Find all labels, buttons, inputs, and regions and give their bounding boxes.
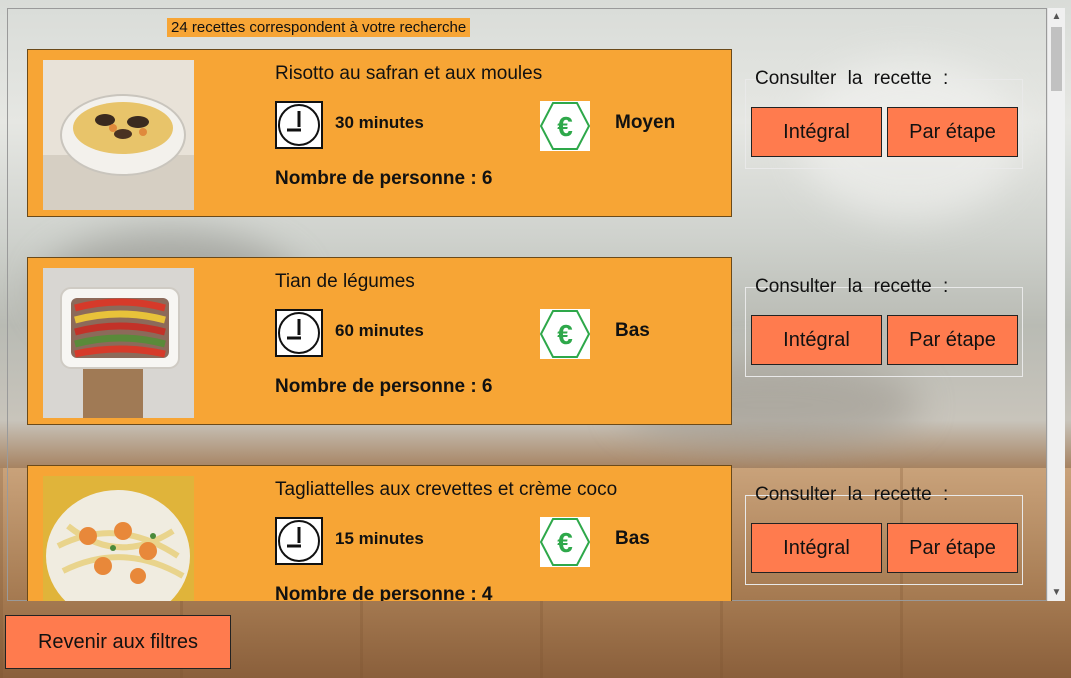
chevron-up-icon[interactable]: ▲ <box>1048 8 1065 25</box>
recipe-cost: Bas <box>615 528 650 549</box>
vertical-scrollbar[interactable]: ▲ ▼ <box>1047 8 1065 601</box>
consult-recipe-group: Consulter la recette : Intégral Par étap… <box>745 484 1023 585</box>
recipe-card: Tagliattelles aux crevettes et crème coc… <box>27 465 732 601</box>
back-to-filters-button[interactable]: Revenir aux filtres <box>5 615 231 669</box>
full-recipe-button[interactable]: Intégral <box>751 523 882 573</box>
consult-label: Consulter la recette : <box>755 484 949 505</box>
scrollbar-thumb[interactable] <box>1051 27 1062 91</box>
recipe-title: Tagliattelles aux crevettes et crème coc… <box>275 479 618 500</box>
step-by-step-button[interactable]: Par étape <box>887 523 1018 573</box>
recipe-people: Nombre de personne : 4 <box>275 584 493 601</box>
clock-icon <box>275 517 323 565</box>
clip-region: Tagliattelles aux crevettes et crème coc… <box>0 0 1071 601</box>
chevron-down-icon[interactable]: ▼ <box>1048 584 1065 601</box>
tagliatelle-photo <box>43 476 194 601</box>
svg-text:€: € <box>557 527 573 558</box>
recipe-duration: 15 minutes <box>335 529 424 548</box>
euro-icon: € <box>539 517 591 567</box>
